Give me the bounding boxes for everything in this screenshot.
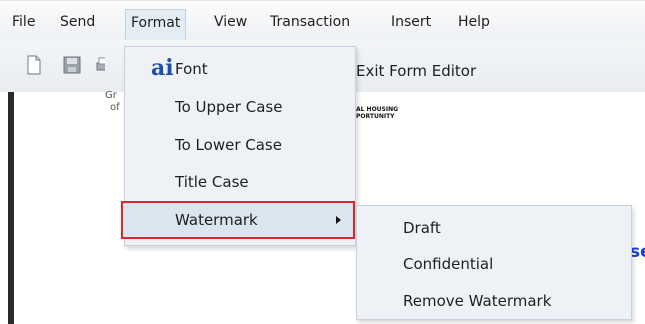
submenu-item-draft[interactable]: Draft <box>357 210 631 246</box>
menu-send[interactable]: Send <box>54 10 101 34</box>
menu-insert[interactable]: Insert <box>385 10 437 34</box>
menu-item-title-case[interactable]: Title Case <box>125 164 355 200</box>
menu-item-to-lower-case[interactable]: To Lower Case <box>125 127 355 163</box>
menu-item-label: Watermark <box>175 211 258 229</box>
exit-form-editor-button[interactable]: Exit Form Editor <box>356 60 476 82</box>
menu-format[interactable]: Format <box>125 9 187 41</box>
menu-help[interactable]: Help <box>452 10 496 34</box>
save-icon[interactable] <box>63 55 81 77</box>
menu-bar: File Send Format View Transaction Insert… <box>0 0 645 41</box>
new-document-icon[interactable] <box>26 55 44 77</box>
logo-text-fragment: AL HOUSING <box>356 106 399 113</box>
menu-item-to-upper-case[interactable]: To Upper Case <box>125 89 355 125</box>
menu-file[interactable]: File <box>6 10 41 34</box>
document-text-fragment: of <box>110 102 120 113</box>
submenu-arrow-icon <box>336 216 341 224</box>
menu-item-label: To Lower Case <box>175 136 282 154</box>
menu-view[interactable]: View <box>208 10 253 34</box>
watermark-submenu: Draft Confidential Remove Watermark <box>356 205 632 320</box>
menu-item-label: To Upper Case <box>175 98 283 116</box>
submenu-item-label: Draft <box>403 219 441 237</box>
menu-item-label: Font <box>175 60 208 78</box>
print-icon[interactable] <box>95 55 105 77</box>
document-text-fragment: Gr <box>105 90 117 101</box>
font-icon: ai <box>151 55 174 81</box>
submenu-item-remove-watermark[interactable]: Remove Watermark <box>357 283 631 319</box>
logo-text-fragment: PORTUNITY <box>356 113 395 120</box>
menu-item-label: Title Case <box>175 173 249 191</box>
submenu-item-confidential[interactable]: Confidential <box>357 246 631 282</box>
menu-item-font[interactable]: ai Font <box>125 51 355 87</box>
document-link-fragment: se <box>630 242 645 262</box>
menu-item-watermark[interactable]: Watermark <box>121 201 355 239</box>
format-dropdown-menu: ai Font To Upper Case To Lower Case Titl… <box>121 46 356 246</box>
submenu-item-label: Remove Watermark <box>403 292 552 310</box>
submenu-item-label: Confidential <box>403 255 494 273</box>
document-margin-bar <box>8 92 14 324</box>
menu-transaction[interactable]: Transaction <box>264 10 356 34</box>
